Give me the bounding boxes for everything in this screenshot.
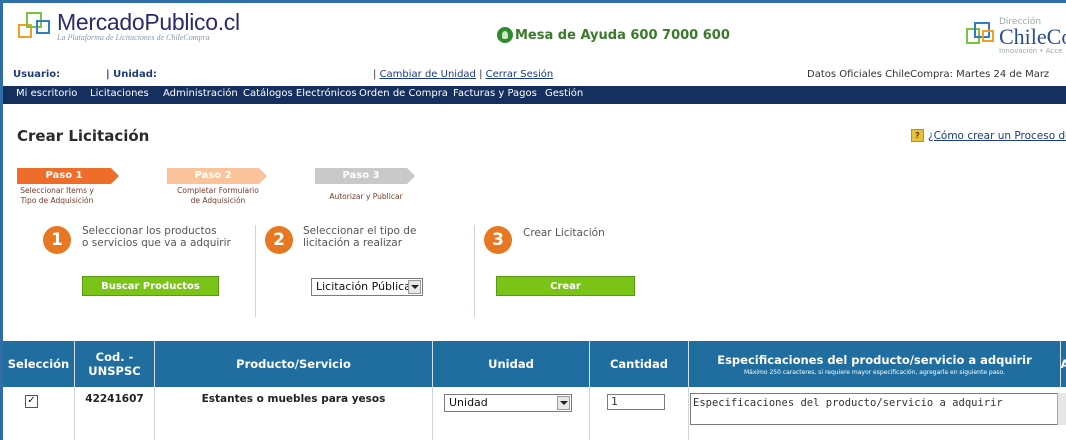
nav-item-facturas[interactable]: Facturas y Pagos — [453, 88, 537, 99]
logo-mark-icon — [17, 9, 53, 41]
step-2-tab: Paso 2 — [167, 168, 267, 184]
main-nav: Mi escritorio Licitaciones Administració… — [3, 86, 1066, 104]
crear-button[interactable]: Crear — [496, 276, 635, 296]
cantidad-input[interactable]: 1 — [607, 394, 665, 410]
step-2-desc: Completar Formulario de Adquisición — [177, 186, 259, 205]
cerrar-sesion-link[interactable]: Cerrar Sesión — [486, 69, 554, 80]
chilecompra-mark-icon — [963, 17, 997, 49]
step-3-desc: Autorizar y Publicar — [329, 192, 403, 201]
row-code: 42241607 — [85, 393, 144, 405]
col-seleccion: Selección — [3, 341, 75, 387]
tipo-licitacion-select[interactable]: Licitación Pública — [311, 278, 423, 296]
help-desk-text: Mesa de Ayuda 600 7000 600 — [515, 27, 730, 43]
step-1-desc: Seleccionar Items y Tipo de Adquisición — [20, 186, 94, 205]
action-3-number: 3 — [484, 226, 512, 254]
col-producto: Producto/Servicio — [155, 341, 433, 387]
action-2-number: 2 — [265, 226, 293, 254]
chilecompra-name: ChileCo — [999, 24, 1066, 49]
chevron-down-icon[interactable] — [408, 280, 421, 294]
mercadopublico-logo[interactable]: MercadoPublico.cl La Plataforma de Licit… — [17, 9, 240, 42]
logo-title: MercadoPublico.cl — [57, 9, 240, 35]
session-links: | Cambiar de Unidad | Cerrar Sesión — [373, 69, 554, 80]
table-header: Selección Cod. -UNSPSC Producto/Servicio… — [3, 341, 1066, 387]
especificaciones-textarea[interactable]: Especificaciones del producto/servicio a… — [690, 393, 1066, 425]
nav-item-orden-compra[interactable]: Orden de Compra — [359, 88, 448, 99]
col-especificaciones: Especificaciones del producto/servicio a… — [689, 341, 1061, 387]
step-3-tab: Paso 3 — [315, 168, 415, 184]
usuario-label: Usuario: — [13, 69, 61, 80]
spec-note: Máximo 250 caracteres, si requiere mayor… — [743, 368, 1006, 376]
col-codigo: Cod. -UNSPSC — [75, 341, 155, 387]
chilecompra-sub: Innovación • Acce — [999, 47, 1063, 55]
nav-item-administracion[interactable]: Administración — [163, 88, 238, 99]
action-1-text: Seleccionar los productos o servicios qu… — [82, 225, 231, 249]
action-3-text: Crear Licitación — [523, 227, 605, 239]
user-bar: Usuario: | Unidad: | Cambiar de Unidad |… — [3, 67, 1066, 85]
step-1-tab: Paso 1 — [17, 168, 119, 184]
row-checkbox[interactable]: ✓ — [25, 395, 38, 408]
howto-link[interactable]: ? ¿Cómo crear un Proceso de — [911, 129, 1066, 142]
cell-producto: Estantes o muebles para yesos — [155, 387, 433, 440]
help-desk: Mesa de Ayuda 600 7000 600 — [497, 27, 730, 43]
divider — [255, 225, 256, 317]
action-2-text: Seleccionar el tipo de licitación a real… — [303, 225, 417, 249]
howto-link-text[interactable]: ¿Cómo crear un Proceso de — [928, 130, 1066, 142]
col-unidad: Unidad — [433, 341, 590, 387]
nav-item-catalogos[interactable]: Catálogos Electrónicos — [243, 88, 357, 99]
col-a: A — [1061, 341, 1066, 387]
divider — [474, 225, 475, 317]
cell-seleccion: ✓ — [3, 387, 75, 440]
unidad-value: Unidad — [449, 396, 488, 409]
unidad-label: | Unidad: — [106, 69, 157, 80]
nav-item-mi-escritorio[interactable]: Mi escritorio — [16, 88, 77, 99]
nav-item-licitaciones[interactable]: Licitaciones — [90, 88, 149, 99]
chevron-down-icon[interactable] — [557, 396, 570, 410]
chilecompra-logo[interactable]: Dirección ChileCo Innovación • Acce — [963, 17, 1066, 55]
nav-item-gestion[interactable]: Gestión — [545, 88, 583, 99]
buscar-productos-button[interactable]: Buscar Productos — [82, 276, 219, 296]
official-data-date: Datos Oficiales ChileCompra: Martes 24 d… — [807, 69, 1050, 80]
help-question-icon: ? — [911, 129, 924, 142]
phone-icon — [497, 27, 513, 43]
cell-codigo: 42241607 — [75, 387, 155, 440]
unidad-select[interactable]: Unidad — [444, 394, 572, 412]
col-cantidad: Cantidad — [590, 341, 689, 387]
row-product: Estantes o muebles para yesos — [201, 393, 386, 405]
page-title: Crear Licitación — [17, 127, 150, 145]
cambiar-unidad-link[interactable]: Cambiar de Unidad — [380, 69, 476, 80]
page-frame: MercadoPublico.cl La Plataforma de Licit… — [0, 0, 1066, 440]
tipo-licitacion-value: Licitación Pública — [316, 280, 411, 293]
textarea-scrollbar[interactable] — [1057, 393, 1066, 425]
action-1-number: 1 — [43, 226, 71, 254]
